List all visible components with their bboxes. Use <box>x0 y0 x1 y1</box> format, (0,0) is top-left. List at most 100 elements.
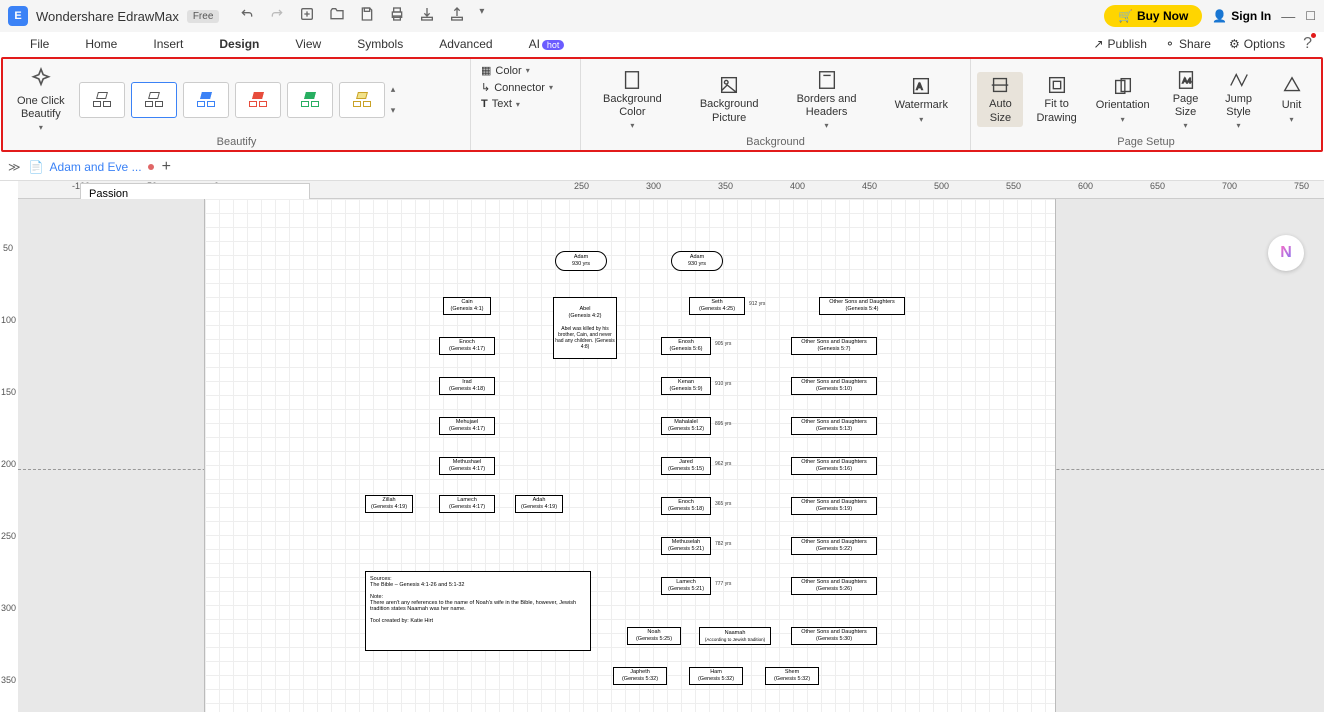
theme-1[interactable] <box>79 82 125 118</box>
diagram-node[interactable]: Zillah(Genesis 4:19) <box>365 495 413 513</box>
orientation-button[interactable]: Orientation▾ <box>1090 73 1156 125</box>
borders-headers-button[interactable]: Borders and Headers▾ <box>791 67 863 132</box>
unit-button[interactable]: Unit▾ <box>1269 73 1315 125</box>
background-picture-button[interactable]: Background Picture <box>694 72 765 126</box>
diagram-node[interactable]: Adam930 yrs <box>555 251 607 271</box>
age-label: 905 yrs <box>715 341 731 347</box>
diagram-node[interactable]: Methuselah(Genesis 5:21) <box>661 537 711 555</box>
publish-button[interactable]: ↗Publish <box>1093 37 1146 51</box>
age-label: 895 yrs <box>715 421 731 427</box>
menu-view[interactable]: View <box>295 37 321 51</box>
diagram-node[interactable]: Shem(Genesis 5:32) <box>765 667 819 685</box>
orientation-label: Orientation <box>1096 99 1150 112</box>
diagram-node[interactable]: Abel(Genesis 4:2)Abel was killed by his … <box>553 297 617 359</box>
menu-symbols[interactable]: Symbols <box>357 37 403 51</box>
color-label: Color <box>495 65 521 77</box>
menu-file[interactable]: File <box>30 37 49 51</box>
diagram-node[interactable]: Enoch(Genesis 4:17) <box>439 337 495 355</box>
diagram-node[interactable]: Other Sons and Daughters(Genesis 5:7) <box>791 337 877 355</box>
background-color-button[interactable]: Background Color▾ <box>597 67 668 132</box>
diagram-node[interactable]: Methushael(Genesis 4:17) <box>439 457 495 475</box>
minimize-icon[interactable]: — <box>1281 8 1295 24</box>
tabs-expand-icon[interactable]: ≫ <box>8 160 21 174</box>
diagram-node[interactable]: Adah(Genesis 4:19) <box>515 495 563 513</box>
maximize-icon[interactable]: ☐ <box>1305 9 1316 23</box>
diagram-node[interactable]: Irad(Genesis 4:18) <box>439 377 495 395</box>
ai-assistant-button[interactable]: N <box>1268 235 1304 271</box>
save-icon[interactable] <box>359 6 375 27</box>
diagram-node[interactable]: Enosh(Genesis 5:6) <box>661 337 711 355</box>
export-icon[interactable] <box>419 6 435 27</box>
text-button[interactable]: TText▾ <box>477 97 524 111</box>
page-size-button[interactable]: A4Page Size▾ <box>1163 67 1209 132</box>
sign-in-button[interactable]: 👤Sign In <box>1212 9 1271 23</box>
help-icon[interactable]: ? <box>1303 35 1312 53</box>
diagram-node[interactable]: Other Sons and Daughters(Genesis 5:22) <box>791 537 877 555</box>
diagram-node[interactable]: Japheth(Genesis 5:32) <box>613 667 667 685</box>
theme-3[interactable] <box>183 82 229 118</box>
diagram-node[interactable]: Enoch(Genesis 5:18) <box>661 497 711 515</box>
diagram-node[interactable]: Other Sons and Daughters(Genesis 5:16) <box>791 457 877 475</box>
diagram-node[interactable]: Jared(Genesis 5:15) <box>661 457 711 475</box>
document-tab[interactable]: 📄 Adam and Eve ... <box>29 160 154 174</box>
diagram-node[interactable]: Other Sons and Daughters(Genesis 5:13) <box>791 417 877 435</box>
orientation-icon <box>1112 75 1134 97</box>
diagram-node[interactable]: Lamech(Genesis 5:21) <box>661 577 711 595</box>
menu-design[interactable]: Design <box>219 37 259 51</box>
diagram-node[interactable]: Other Sons and Daughters(Genesis 5:19) <box>791 497 877 515</box>
open-icon[interactable] <box>329 6 345 27</box>
watermark-button[interactable]: AWatermark▾ <box>889 73 954 125</box>
age-label: 365 yrs <box>715 501 731 507</box>
diagram-node[interactable]: Other Sons and Daughters(Genesis 5:30) <box>791 627 877 645</box>
buy-now-button[interactable]: 🛒Buy Now <box>1104 5 1202 27</box>
more-icon[interactable]: ▾ <box>479 6 484 27</box>
diagram-node[interactable]: Other Sons and Daughters(Genesis 5:26) <box>791 577 877 595</box>
share-button[interactable]: ⚬Share <box>1165 37 1211 51</box>
undo-icon[interactable] <box>239 6 255 27</box>
free-badge: Free <box>187 10 220 23</box>
color-button[interactable]: ▦Color▾ <box>477 63 534 78</box>
diagram-node[interactable]: Cain(Genesis 4:1) <box>443 297 491 315</box>
diagram-node[interactable]: Adam930 yrs <box>671 251 723 271</box>
unit-icon <box>1281 75 1303 97</box>
diagram-node[interactable]: Mahalalel(Genesis 5:12) <box>661 417 711 435</box>
diagram-node[interactable]: Other Sons and Daughters(Genesis 5:10) <box>791 377 877 395</box>
connector-button[interactable]: ↳Connector▾ <box>477 80 557 95</box>
theme-6[interactable] <box>339 82 385 118</box>
diagram-node[interactable]: Kenan(Genesis 5:9) <box>661 377 711 395</box>
options-button[interactable]: ⚙Options <box>1229 37 1285 51</box>
theme-up-icon[interactable]: ▴ <box>391 84 396 95</box>
theme-5[interactable] <box>287 82 333 118</box>
theme-4[interactable] <box>235 82 281 118</box>
menu-ai[interactable]: AIhot <box>529 37 565 51</box>
import-icon[interactable] <box>449 6 465 27</box>
ruler-tick: 450 <box>862 181 877 191</box>
diagram-node[interactable]: Noah(Genesis 5:25) <box>627 627 681 645</box>
new-icon[interactable] <box>299 6 315 27</box>
print-icon[interactable] <box>389 6 405 27</box>
diagram-node[interactable]: Naamah(According to Jewish tradition) <box>699 627 771 645</box>
diagram-node[interactable]: Other Sons and Daughters(Genesis 5:4) <box>819 297 905 315</box>
one-click-beautify-button[interactable]: One Click Beautify ▾ <box>9 63 73 136</box>
canvas[interactable]: Adam930 yrs Adam930 yrs Cain(Genesis 4:1… <box>18 199 1324 712</box>
new-tab-button[interactable]: + <box>162 158 171 176</box>
menu-advanced[interactable]: Advanced <box>439 37 492 51</box>
menu-insert[interactable]: Insert <box>153 37 183 51</box>
fit-label: Fit to Drawing <box>1036 98 1076 124</box>
redo-icon[interactable] <box>269 6 285 27</box>
theme-down-icon[interactable]: ▾ <box>391 105 396 116</box>
drawing-page[interactable]: Adam930 yrs Adam930 yrs Cain(Genesis 4:1… <box>204 199 1056 712</box>
beautify-group-label: Beautify <box>9 136 464 150</box>
diagram-node[interactable]: Lamech(Genesis 4:17) <box>439 495 495 513</box>
diagram-node[interactable]: Seth(Genesis 4:25) <box>689 297 745 315</box>
fit-to-drawing-button[interactable]: Fit to Drawing <box>1030 72 1082 126</box>
buy-label: Buy Now <box>1137 9 1188 23</box>
svg-text:A: A <box>917 82 924 92</box>
notes-box[interactable]: Sources: The Bible – Genesis 4:1-26 and … <box>365 571 591 651</box>
diagram-node[interactable]: Mehujael(Genesis 4:17) <box>439 417 495 435</box>
jump-style-button[interactable]: Jump Style▾ <box>1216 67 1262 132</box>
auto-size-button[interactable]: Auto Size <box>977 72 1023 126</box>
diagram-node[interactable]: Ham(Genesis 5:32) <box>689 667 743 685</box>
menu-home[interactable]: Home <box>85 37 117 51</box>
theme-2[interactable] <box>131 82 177 118</box>
